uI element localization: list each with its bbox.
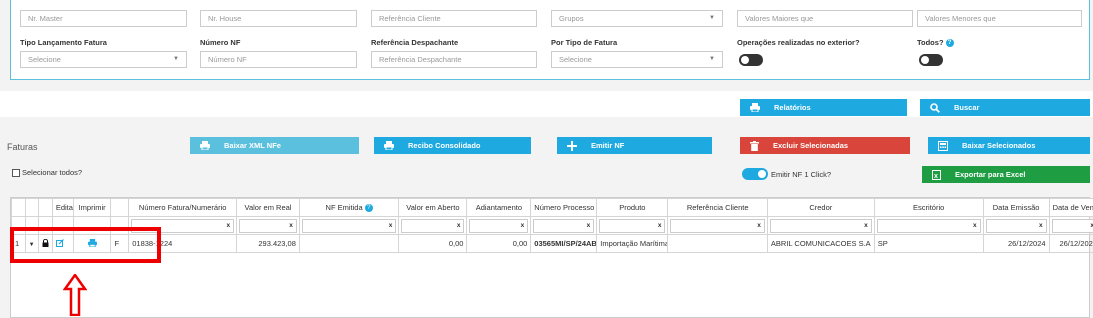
house-input[interactable]: Nr. House [200, 10, 357, 27]
filter-nf-emitida[interactable]: x [301, 218, 397, 233]
search-icon [930, 102, 940, 113]
col-nf-emitida[interactable]: NF Emitida ? [298, 198, 400, 217]
ref-cliente-input[interactable]: Referência Cliente [371, 10, 537, 27]
trash-icon [750, 140, 759, 151]
exportar-excel-button[interactable]: x Exportar para Excel [922, 166, 1090, 183]
grupos-select[interactable]: Grupos ▼ [551, 10, 723, 27]
menores-input[interactable]: Valores Menores que [917, 10, 1082, 27]
tipo-lancamento-label: Tipo Lançamento Fatura [20, 38, 107, 47]
cell-credor: ABRIL COMUNICACOES S.A [766, 234, 875, 253]
cell-nf-emitida [298, 234, 400, 253]
numero-nf-label: Número NF [200, 38, 241, 47]
checkbox-box[interactable] [12, 168, 20, 177]
col-produto[interactable]: Produto [596, 198, 669, 217]
exterior-toggle[interactable] [739, 54, 763, 66]
emitir-1click-toggle[interactable] [742, 168, 768, 180]
tipo-lancamento-select[interactable]: Selecione ▼ [20, 51, 187, 68]
col-numero-processo[interactable]: Número Processo [530, 198, 598, 217]
ref-despachante-label: Referência Despachante [371, 38, 459, 47]
col-credor[interactable]: Credor [766, 198, 875, 217]
chevron-down-icon: ▼ [173, 56, 179, 62]
selecionar-todos-checkbox[interactable]: Selecionar todos? [12, 168, 82, 177]
header-row: Editar Imprimir Número Fatura/Numerário … [11, 198, 1093, 217]
cell-produto: Importação Marítima [596, 234, 669, 253]
cell-referencia-cliente [667, 234, 768, 253]
col-data-vencimento[interactable]: Data de Vencimento [1048, 198, 1093, 217]
cell-valor-real: 293.423,08 [236, 234, 300, 253]
filter-numero-processo[interactable]: x [533, 218, 595, 233]
filter-adiantamento[interactable]: x [469, 218, 529, 233]
col-data-emissao[interactable]: Data Emissão [982, 198, 1050, 217]
col-valor-real[interactable]: Valor em Real [236, 198, 300, 217]
filter-panel: Nr. Master Nr. House Referência Cliente … [10, 0, 1090, 80]
tipo-fatura-label: Por Tipo de Fatura [551, 38, 618, 47]
filter-valor-real[interactable]: x [239, 218, 297, 233]
master-input[interactable]: Nr. Master [20, 10, 187, 27]
col-escritorio[interactable]: Escritório [873, 198, 984, 217]
baixar-selecionados-button[interactable]: Baixar Selecionados [928, 137, 1090, 154]
filter-escritorio[interactable]: x [876, 218, 981, 233]
help-icon: ? [945, 39, 954, 48]
col-referencia-cliente[interactable]: Referência Cliente [667, 198, 768, 217]
faturas-title: Faturas [7, 142, 38, 152]
emitir-nf-button[interactable]: Emitir NF [557, 137, 712, 154]
cell-valor-aberto: 0,00 [398, 234, 468, 253]
filter-produto[interactable]: x [599, 218, 666, 233]
col-numero-fatura[interactable]: Número Fatura/Numerário [128, 198, 238, 217]
plus-icon [567, 140, 577, 151]
filter-credor[interactable]: x [769, 218, 872, 233]
cell-data-vencimento: 26/12/2024 [1048, 234, 1093, 253]
printer-icon [200, 141, 210, 150]
emitir-1click-toggle-group[interactable]: Emitir NF 1 Click? [742, 168, 831, 180]
printer-icon [750, 103, 760, 112]
filter-data-vencimento[interactable]: x [1051, 218, 1093, 233]
filter-row: x x x x x x x x x x x x [11, 216, 1093, 235]
chevron-down-icon: ▼ [709, 56, 715, 62]
col-imprimir[interactable]: Imprimir [72, 198, 112, 217]
exterior-label: Operações realizadas no exterior? [737, 38, 860, 47]
cell-adiantamento: 0,00 [466, 234, 532, 253]
cell-data-emissao: 26/12/2024 [982, 234, 1050, 253]
col-editar[interactable]: Editar [51, 198, 74, 217]
printer-icon [384, 141, 394, 150]
cell-escritorio: SP [873, 234, 984, 253]
table-row[interactable]: 1 ▼ F 01838-1224 293.423,08 0,00 0,00 03… [11, 234, 1093, 253]
highlight-box [10, 227, 161, 263]
numero-nf-input[interactable]: Número NF [200, 51, 357, 68]
tipo-fatura-select[interactable]: Selecione ▼ [551, 51, 723, 68]
chevron-down-icon: ▼ [709, 15, 715, 21]
col-adiantamento[interactable]: Adiantamento [466, 198, 532, 217]
col-valor-aberto[interactable]: Valor em Aberto [398, 198, 468, 217]
todos-label: Todos? ? [917, 38, 954, 48]
arrow-up-icon [63, 274, 87, 316]
maiores-input[interactable]: Valores Maiores que [737, 10, 913, 27]
recibo-consolidado-button[interactable]: Recibo Consolidado [374, 137, 531, 154]
todos-toggle[interactable] [919, 54, 943, 66]
page: Nr. Master Nr. House Referência Cliente … [0, 0, 1093, 318]
filter-referencia-cliente[interactable]: x [670, 218, 765, 233]
faturas-table: Editar Imprimir Número Fatura/Numerário … [11, 198, 1093, 253]
filter-data-emissao[interactable]: x [985, 218, 1047, 233]
cell-numero-processo[interactable]: 03565MI/SP/24ABF [530, 234, 598, 253]
help-icon: ? [364, 204, 373, 212]
ref-despachante-input[interactable]: Referência Despachante [371, 51, 537, 68]
faturas-grid: Editar Imprimir Número Fatura/Numerário … [10, 197, 1093, 318]
svg-text:x: x [934, 173, 938, 180]
excluir-selecionadas-button[interactable]: Excluir Selecionadas [740, 137, 910, 154]
relatorios-button[interactable]: Relatórios [740, 99, 907, 116]
calculator-icon [938, 140, 948, 151]
baixar-xml-button[interactable]: Baixar XML NFe [190, 137, 359, 154]
buscar-button[interactable]: Buscar [920, 99, 1090, 116]
excel-icon: x [932, 169, 941, 180]
filter-valor-aberto[interactable]: x [401, 218, 465, 233]
